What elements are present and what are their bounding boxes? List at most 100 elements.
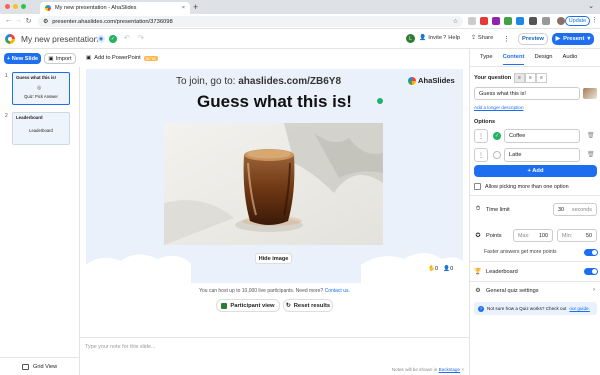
import-icon: ▣ bbox=[48, 55, 54, 62]
min-points-label: Min: bbox=[562, 232, 573, 239]
minimize-window-icon[interactable] bbox=[13, 4, 18, 9]
contact-us-link[interactable]: Contact us. bbox=[325, 288, 350, 294]
help-button[interactable]: ? Help bbox=[443, 35, 460, 41]
slide-thumb-title: Leaderboard bbox=[16, 115, 43, 120]
invite-button[interactable]: 👤 Invite bbox=[419, 35, 442, 41]
align-left-icon[interactable]: ≡ bbox=[514, 73, 525, 83]
chevron-right-icon[interactable]: › bbox=[593, 287, 595, 293]
correct-check-icon[interactable]: ✓ bbox=[493, 132, 501, 140]
sidebar-toggle-icon[interactable] bbox=[542, 17, 550, 25]
participant-view-button[interactable]: Participant view bbox=[216, 299, 280, 312]
option-input[interactable]: Coffee bbox=[504, 129, 580, 143]
extensions-puzzle-icon[interactable] bbox=[529, 17, 537, 25]
close-icon[interactable]: × bbox=[461, 367, 464, 372]
drag-handle-icon[interactable]: ⋮ bbox=[474, 148, 488, 162]
grid-view-button[interactable]: Grid View bbox=[0, 357, 80, 375]
update-button[interactable]: Update bbox=[565, 16, 590, 26]
add-description-link[interactable]: Add a longer description bbox=[474, 105, 524, 110]
tab-type[interactable]: Type bbox=[480, 54, 493, 65]
presentation-title[interactable]: My new presentation bbox=[21, 34, 98, 44]
eye-icon[interactable]: ◉ bbox=[97, 35, 105, 43]
min-points-input[interactable]: Min: 50 bbox=[557, 229, 597, 242]
tab-close-icon[interactable]: × bbox=[182, 5, 185, 11]
preview-button[interactable]: Preview bbox=[518, 33, 548, 45]
url-field[interactable]: ⚙ presenter.ahaslides.com/presentation/3… bbox=[38, 16, 463, 27]
user-avatar[interactable]: L bbox=[406, 34, 415, 43]
option-input[interactable]: Latte bbox=[504, 148, 580, 162]
quiz-type-icon: ◎ bbox=[37, 85, 42, 91]
allow-multiple-checkbox[interactable] bbox=[474, 183, 481, 190]
add-option-button[interactable]: + Add bbox=[474, 165, 597, 177]
maximize-window-icon[interactable] bbox=[21, 4, 26, 9]
question-input[interactable]: Guess what this is! bbox=[474, 87, 580, 100]
close-window-icon[interactable] bbox=[5, 4, 10, 9]
browser-menu-icon[interactable]: ⋮ bbox=[591, 16, 598, 24]
ahaslides-logo-icon[interactable] bbox=[5, 34, 15, 44]
browser-tab-bar: My new presentation - AhaSlides × + ⌄ bbox=[0, 0, 600, 14]
slide-thumbnail-2[interactable]: Leaderboard Leaderboard bbox=[12, 112, 70, 145]
tab-design[interactable]: Design bbox=[534, 54, 552, 65]
new-tab-icon[interactable]: + bbox=[193, 2, 198, 12]
correct-toggle-icon[interactable] bbox=[493, 151, 501, 159]
drag-handle-icon[interactable]: ⋮ bbox=[474, 129, 488, 143]
extension-red-icon[interactable] bbox=[480, 17, 488, 25]
ahaslides-logo-icon bbox=[408, 76, 416, 85]
max-points-input[interactable]: Max: 100 bbox=[513, 229, 553, 242]
browser-tab[interactable]: My new presentation - AhaSlides × bbox=[40, 2, 190, 14]
points-label: Points bbox=[486, 232, 502, 239]
add-to-powerpoint-button[interactable]: ▣ Add to PowerPoint BETA bbox=[86, 55, 158, 61]
extension-blue-icon[interactable] bbox=[516, 17, 524, 25]
time-limit-input[interactable]: 30 seconds bbox=[553, 203, 597, 216]
undo-icon[interactable]: ↶ bbox=[124, 34, 130, 42]
general-settings-row[interactable]: ⚙ General quiz settings bbox=[474, 287, 539, 295]
your-question-label: Your question bbox=[474, 75, 512, 81]
slide-thumbnail-1[interactable]: Guess what this is! ◎ Quiz: Pick Answer bbox=[12, 72, 70, 105]
hide-image-button[interactable]: Hide image bbox=[255, 253, 292, 264]
redo-icon[interactable]: ↷ bbox=[138, 34, 144, 42]
new-slide-button[interactable]: + New Slide bbox=[4, 53, 41, 64]
window-controls[interactable] bbox=[5, 4, 26, 9]
guide-link[interactable]: our guide. bbox=[569, 306, 589, 311]
question-image-thumbnail[interactable] bbox=[583, 88, 597, 99]
share-button[interactable]: ⇪ Share bbox=[471, 35, 493, 41]
site-info-icon[interactable]: ⚙ bbox=[43, 19, 48, 25]
faster-answers-toggle[interactable] bbox=[584, 249, 598, 256]
chevron-down-icon[interactable]: ▾ bbox=[587, 36, 590, 42]
allow-multiple-row[interactable]: Allow picking more than one option bbox=[474, 183, 569, 190]
bookmark-star-icon[interactable]: ☆ bbox=[453, 19, 458, 25]
import-button[interactable]: ▣ Import bbox=[44, 53, 76, 64]
notes-placeholder[interactable]: Type your note for this slide... bbox=[85, 344, 155, 350]
join-url: ahaslides.com/ZB6Y8 bbox=[238, 76, 342, 87]
question-image[interactable] bbox=[164, 123, 383, 245]
leaderboard-toggle[interactable] bbox=[584, 268, 598, 275]
reset-results-button[interactable]: ↻ Reset results bbox=[283, 299, 333, 312]
trash-icon[interactable]: 🗑 bbox=[587, 132, 595, 139]
share-page-icon[interactable] bbox=[468, 17, 476, 25]
align-center-icon[interactable]: ≡ bbox=[525, 73, 536, 83]
tab-content[interactable]: Content bbox=[502, 54, 525, 65]
backstage-link[interactable]: Backstage bbox=[439, 367, 460, 372]
profile-avatar[interactable] bbox=[557, 17, 565, 25]
tab-audio[interactable]: Audio bbox=[563, 54, 578, 65]
reload-icon[interactable]: ↻ bbox=[23, 17, 34, 25]
tab-search-icon[interactable]: ⌄ bbox=[588, 2, 594, 10]
general-settings-label: General quiz settings bbox=[486, 287, 539, 294]
extension-green-icon[interactable] bbox=[504, 17, 512, 25]
divider bbox=[470, 261, 600, 262]
reset-icon: ↻ bbox=[285, 302, 291, 309]
align-right-icon[interactable]: ≡ bbox=[536, 73, 547, 83]
quiz-help-banner: ? Not sure how a Quiz works? Check out o… bbox=[474, 302, 597, 315]
present-button[interactable]: ▶ Present ▾ bbox=[552, 33, 594, 45]
question-heading[interactable]: Guess what this is! bbox=[86, 92, 463, 112]
extension-purple-icon[interactable] bbox=[492, 17, 500, 25]
time-limit-row: ⏱ Time limit bbox=[474, 206, 510, 213]
trash-icon[interactable]: 🗑 bbox=[587, 151, 595, 158]
speaker-notes[interactable]: Type your note for this slide... Notes w… bbox=[80, 337, 470, 375]
text-align-group: ≡ ≡ ≡ bbox=[514, 73, 547, 83]
join-instructions: To join, go to: ahaslides.com/ZB6Y8 bbox=[86, 76, 431, 87]
slide-canvas[interactable]: To join, go to: ahaslides.com/ZB6Y8 AhaS… bbox=[86, 69, 463, 283]
max-points-value: 100 bbox=[539, 232, 548, 239]
more-options-icon[interactable]: ⋮ bbox=[503, 35, 510, 43]
participant-view-label: Participant view bbox=[230, 302, 275, 309]
faster-answers-label: Faster answers get more points bbox=[484, 249, 557, 255]
